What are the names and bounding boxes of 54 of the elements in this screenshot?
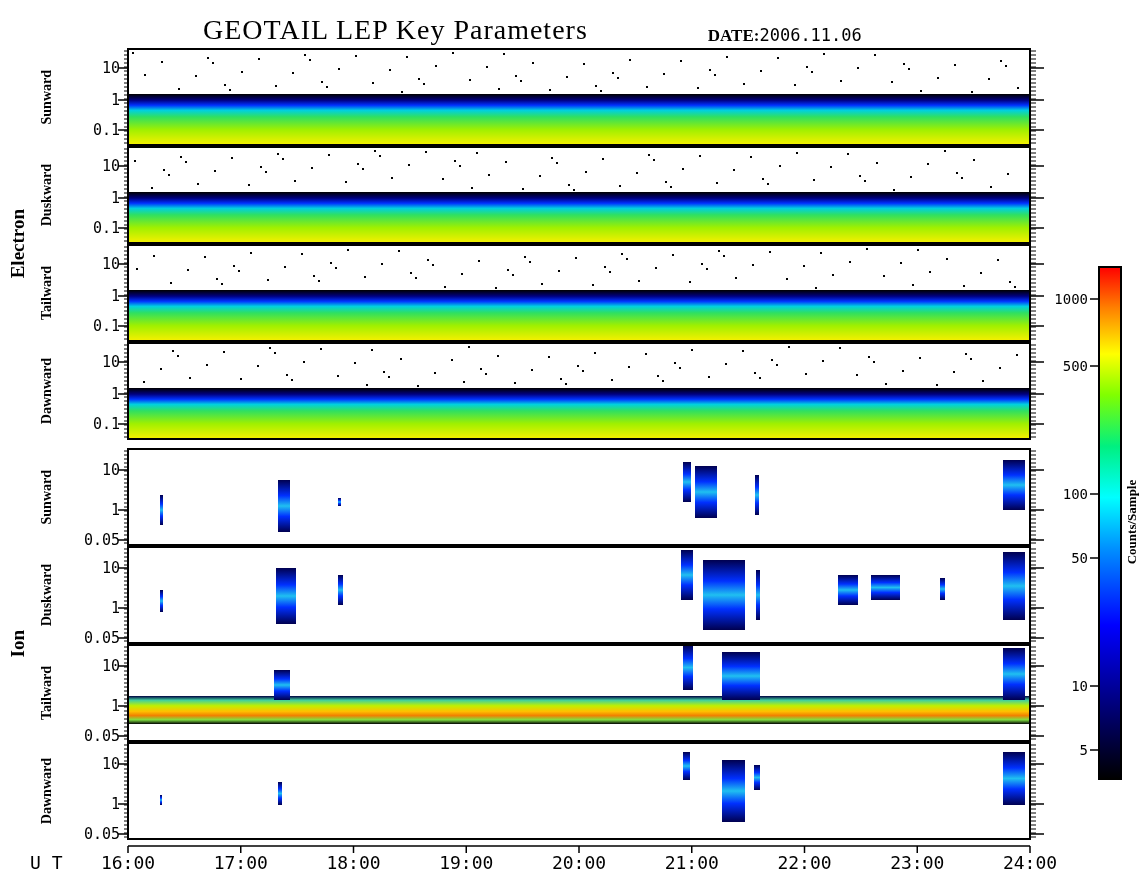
y-tick-label: 1 — [110, 501, 120, 519]
date-label: DATE: — [707, 27, 760, 44]
colorbar-tick-label: 100 — [1062, 486, 1088, 502]
y-tick-label: 10 — [101, 559, 120, 577]
x-tick-label: 21:00 — [664, 852, 719, 873]
y-tick-label: 0.05 — [83, 531, 120, 546]
colorbar-tick-label: 5 — [1079, 742, 1088, 758]
y-tick-label: 0.1 — [92, 219, 120, 237]
panel-label: Sunward — [40, 469, 54, 525]
y-tick-label: 1 — [110, 189, 120, 207]
x-tick-label: 20:00 — [551, 852, 607, 873]
y-tick-label: 0.05 — [83, 727, 120, 742]
y-tick-label: 1 — [110, 91, 120, 109]
x-tick-label: 17:00 — [213, 852, 268, 873]
y-tick-label: 0.05 — [83, 629, 120, 644]
panel-label: Dawnward — [40, 357, 54, 425]
y-tick-label: 0.1 — [92, 121, 120, 139]
chart-title: GEOTAIL LEP Key Parameters — [203, 16, 588, 44]
y-tick-label: 10 — [101, 157, 120, 175]
colorbar-tick-label: 10 — [1071, 678, 1088, 694]
y-tick-label: 0.1 — [92, 415, 120, 433]
x-tick-label: 23:00 — [890, 852, 945, 873]
y-tick-label: 10 — [101, 461, 120, 479]
group-label: Electron — [7, 209, 27, 279]
y-tick-label: 10 — [101, 657, 120, 675]
x-tick-label: 19:00 — [439, 852, 494, 873]
y-tick-label: 10 — [101, 59, 120, 77]
colorbar-tick-label: 500 — [1062, 358, 1088, 374]
y-tick-label: 1 — [110, 795, 120, 813]
x-tick-label: 16:00 — [100, 852, 156, 873]
x-tick-label: 18:00 — [326, 852, 381, 873]
panel-label: Duskward — [40, 563, 54, 627]
x-tick-label: 24:00 — [1002, 852, 1058, 873]
y-tick-label: 10 — [101, 255, 120, 273]
y-tick-label: 10 — [101, 353, 120, 371]
colorbar-tick-label: 1000 — [1054, 291, 1088, 307]
y-tick-label: 0.05 — [83, 825, 120, 840]
y-tick-label: 1 — [110, 697, 120, 715]
colorbar-tick-label: 50 — [1071, 550, 1088, 566]
panel-label: Duskward — [40, 163, 54, 227]
date-value: 2006.11.06 — [759, 27, 862, 44]
x-axis-label: U T — [30, 852, 63, 873]
y-tick-label: 1 — [110, 287, 120, 305]
panel-label: Tailward — [40, 666, 54, 720]
y-tick-label: 0.1 — [92, 317, 120, 335]
y-tick-label: 1 — [110, 599, 120, 617]
colorbar-label: Counts/Sample — [1124, 479, 1139, 565]
y-tick-label: 10 — [101, 755, 120, 773]
group-label: Ion — [7, 630, 27, 658]
panel-label: Tailward — [40, 266, 54, 320]
x-tick-label: 22:00 — [777, 852, 832, 873]
y-tick-label: 1 — [110, 385, 120, 403]
panel-label: Sunward — [40, 69, 54, 125]
panel-label: Dawnward — [40, 757, 54, 825]
